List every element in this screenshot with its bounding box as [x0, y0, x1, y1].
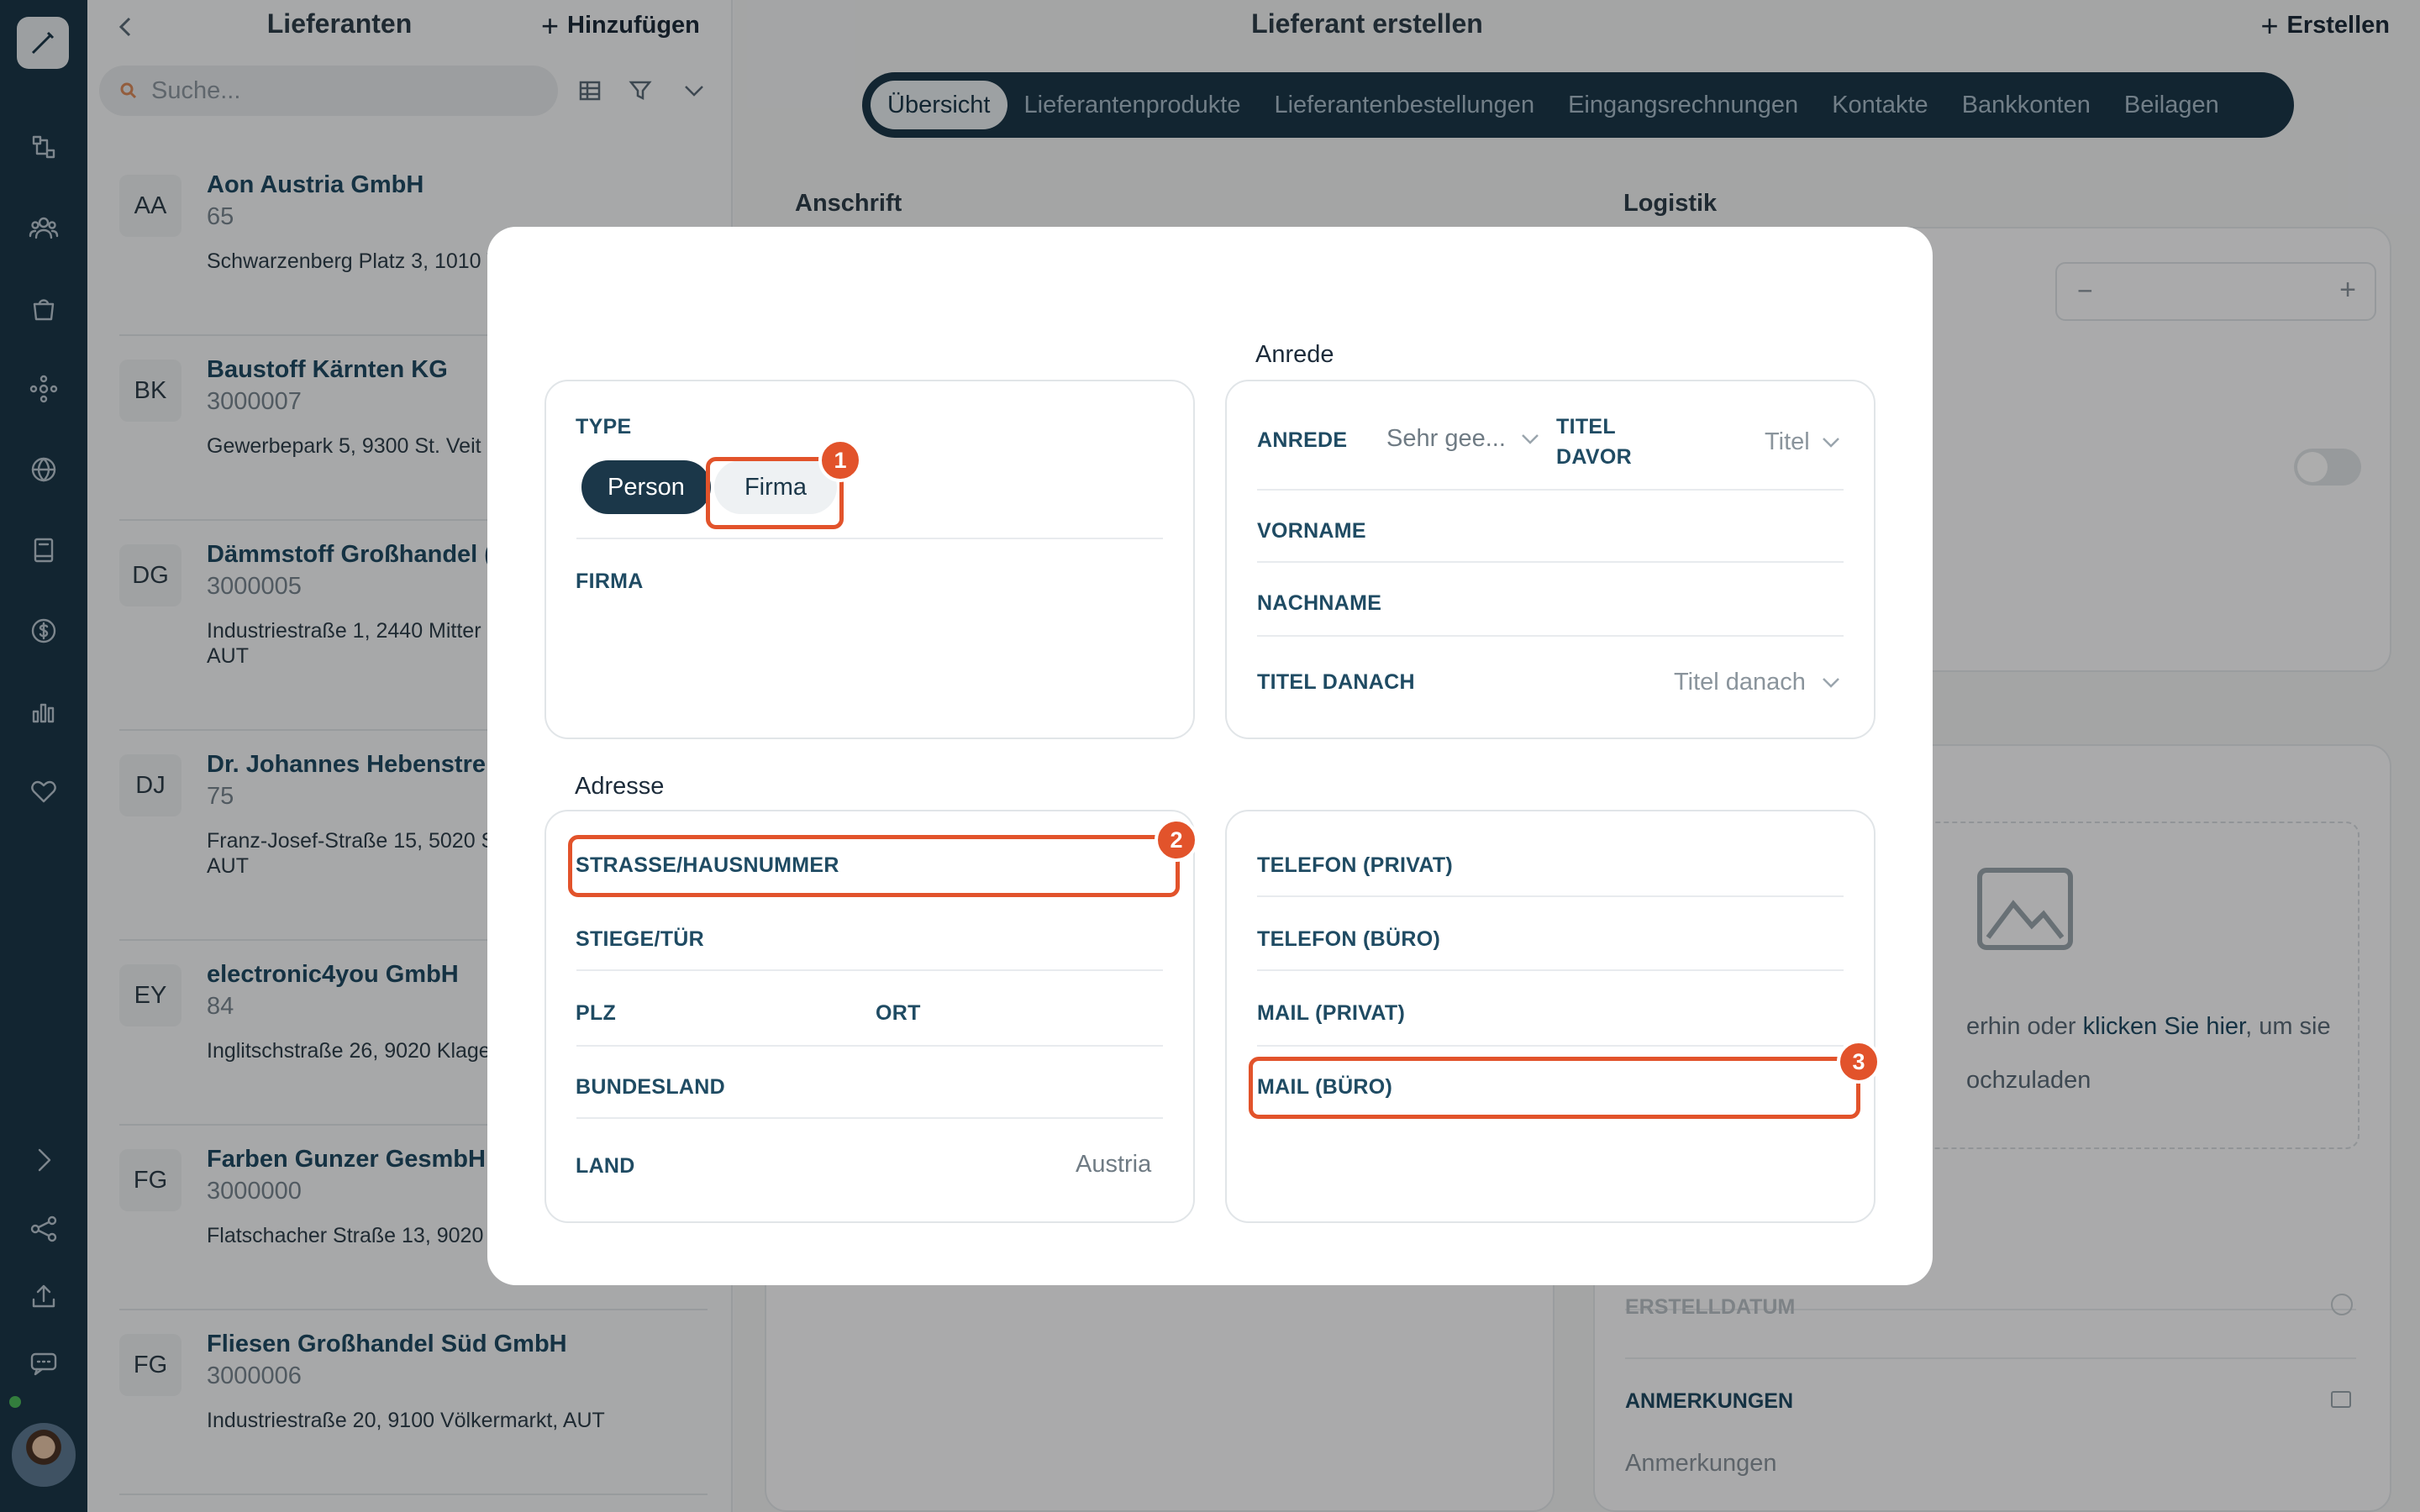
mail-privat-label: MAIL (PRIVAT) [1257, 1001, 1406, 1025]
stiege-input[interactable] [832, 914, 1160, 963]
divider [576, 1117, 1163, 1119]
type-label: TYPE [576, 415, 632, 438]
type-option-person[interactable]: Person [581, 460, 711, 514]
divider [1257, 895, 1844, 897]
firma-input[interactable] [576, 605, 1164, 714]
anrede-heading: Anrede [1255, 341, 1334, 368]
land-select[interactable]: Austria [1076, 1151, 1151, 1179]
telefon-privat-input[interactable] [1512, 840, 1840, 889]
chevron-down-icon[interactable] [1822, 677, 1840, 689]
nachname-label: NACHNAME [1257, 591, 1382, 615]
anrede-label: ANREDE [1257, 428, 1348, 452]
titel-danach-select[interactable]: Titel danach [1674, 669, 1806, 696]
divider [1257, 561, 1844, 563]
divider [1257, 969, 1844, 971]
telefon-privat-label: TELEFON (PRIVAT) [1257, 853, 1454, 877]
titel-davor-label-2: DAVOR [1556, 445, 1632, 469]
bundesland-label: BUNDESLAND [576, 1075, 725, 1099]
step-badge-3: 3 [1837, 1040, 1881, 1084]
chevron-down-icon[interactable] [1521, 433, 1539, 445]
titel-davor-select[interactable]: Titel [1765, 428, 1810, 456]
firma-label: FIRMA [576, 570, 644, 593]
vorname-input[interactable] [1428, 504, 1840, 554]
telefon-buero-label: TELEFON (BÜRO) [1257, 927, 1441, 951]
divider [576, 538, 1163, 539]
step-badge-2: 2 [1155, 818, 1198, 862]
divider [1257, 489, 1844, 491]
anrede-select[interactable]: Sehr gee... [1386, 425, 1506, 453]
highlight-mail-buero [1249, 1057, 1860, 1119]
divider [576, 969, 1163, 971]
divider [1257, 635, 1844, 637]
stiege-label: STIEGE/TÜR [576, 927, 705, 951]
step-badge-1: 1 [818, 438, 862, 482]
ort-input[interactable] [941, 988, 1160, 1037]
bundesland-input[interactable] [832, 1062, 1160, 1110]
land-label: LAND [576, 1154, 635, 1178]
telefon-buero-input[interactable] [1512, 914, 1840, 963]
plz-label: PLZ [576, 1001, 617, 1025]
highlight-strasse [568, 835, 1180, 897]
adresse-heading: Adresse [575, 773, 665, 800]
ort-label: ORT [876, 1001, 921, 1025]
titel-danach-label: TITEL DANACH [1257, 670, 1415, 694]
divider [576, 1045, 1163, 1047]
nachname-input[interactable] [1428, 578, 1840, 628]
mail-privat-input[interactable] [1512, 988, 1840, 1037]
titel-davor-label-1: TITEL [1556, 415, 1616, 438]
chevron-down-icon[interactable] [1822, 437, 1840, 449]
plz-input[interactable] [655, 988, 857, 1037]
vorname-label: VORNAME [1257, 519, 1366, 543]
divider [1257, 1045, 1844, 1047]
